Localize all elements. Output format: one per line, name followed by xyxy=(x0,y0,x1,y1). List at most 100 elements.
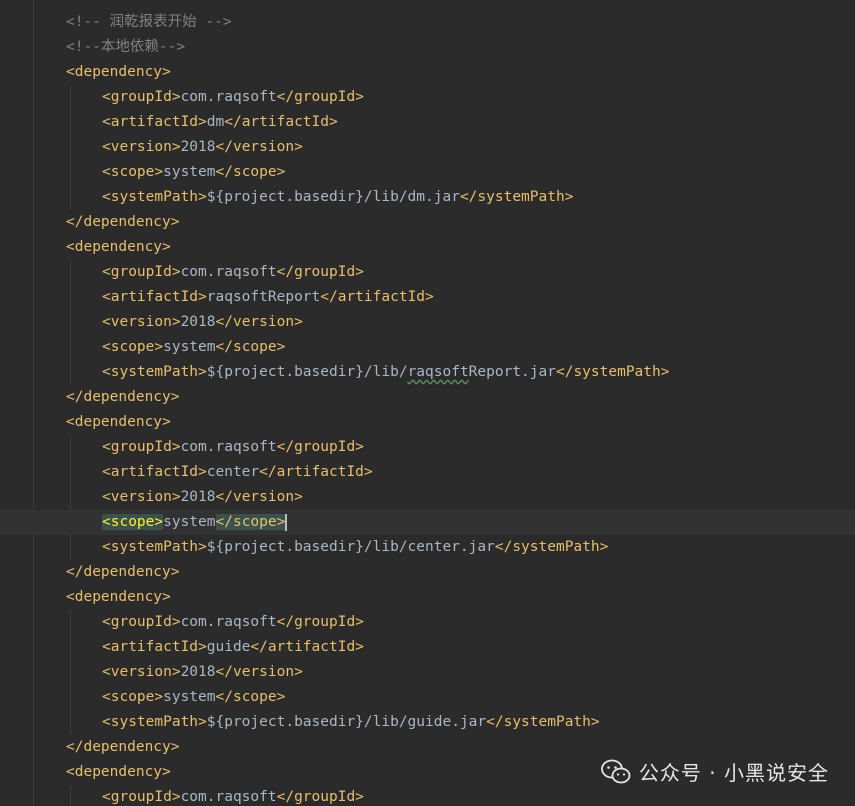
code-text: Report.jar xyxy=(468,364,556,380)
xml-tag: </dependency> xyxy=(66,389,180,405)
code-line[interactable]: <systemPath>${project.basedir}/lib/dm.ja… xyxy=(0,185,855,210)
xml-tag: <systemPath> xyxy=(102,189,207,205)
xml-comment: <!-- 润乾报表开始 --> xyxy=(66,14,232,30)
xml-tag: <scope> xyxy=(102,339,164,355)
code-text: raqsoftReport xyxy=(206,289,321,305)
code-line[interactable]: <scope>system</scope> xyxy=(0,685,855,710)
code-line[interactable]: <!-- 润乾报表开始 --> xyxy=(0,10,855,35)
xml-tag: </systemPath> xyxy=(459,189,574,205)
code-line[interactable]: <version>2018</version> xyxy=(0,310,855,335)
code-line[interactable]: </dependency> xyxy=(0,560,855,585)
code-line-content: <groupId>com.raqsoft</groupId> xyxy=(102,85,364,110)
xml-tag: <dependency> xyxy=(66,764,171,780)
code-text: system xyxy=(163,164,216,180)
code-line-content: <dependency> xyxy=(66,235,171,260)
xml-tag: </scope> xyxy=(215,339,286,355)
code-line-content: <systemPath>${project.basedir}/lib/raqso… xyxy=(102,360,669,385)
code-line[interactable]: <artifactId>raqsoftReport</artifactId> xyxy=(0,285,855,310)
code-line-content: </dependency> xyxy=(66,385,180,410)
code-text: ${project.basedir}/lib/dm.jar xyxy=(206,189,460,205)
xml-tag: </dependency> xyxy=(66,739,180,755)
xml-tag: <groupId> xyxy=(102,89,181,105)
code-line[interactable]: </dependency> xyxy=(0,385,855,410)
code-line[interactable]: </dependency> xyxy=(0,210,855,235)
code-text: 2018 xyxy=(180,489,216,505)
code-line-content: <scope>system</scope> xyxy=(102,685,285,710)
code-line[interactable]: <dependency> xyxy=(0,60,855,85)
xml-tag: </scope> xyxy=(215,164,286,180)
code-line[interactable]: <groupId>com.raqsoft</groupId> xyxy=(0,260,855,285)
code-text: system xyxy=(163,514,216,530)
code-line-content: <artifactId>raqsoftReport</artifactId> xyxy=(102,285,434,310)
code-line[interactable]: <dependency> xyxy=(0,585,855,610)
code-line[interactable]: <!--本地依赖--> xyxy=(0,35,855,60)
code-line[interactable]: <systemPath>${project.basedir}/lib/raqso… xyxy=(0,360,855,385)
xml-tag: </version> xyxy=(215,314,303,330)
code-text: com.raqsoft xyxy=(180,789,277,805)
code-text: com.raqsoft xyxy=(180,264,277,280)
code-line[interactable]: <groupId>com.raqsoft</groupId> xyxy=(0,85,855,110)
xml-tag: </artifactId> xyxy=(259,464,373,480)
code-text: dm xyxy=(206,114,225,130)
code-line[interactable]: <groupId>com.raqsoft</groupId> xyxy=(0,785,855,806)
code-line-content: <systemPath>${project.basedir}/lib/dm.ja… xyxy=(102,185,573,210)
code-line-content: <version>2018</version> xyxy=(102,485,303,510)
xml-tag: </groupId> xyxy=(276,439,364,455)
code-line-content: <version>2018</version> xyxy=(102,660,303,685)
xml-tag: </dependency> xyxy=(66,214,180,230)
code-text: com.raqsoft xyxy=(180,89,277,105)
code-text: ${project.basedir}/lib/guide.jar xyxy=(206,714,487,730)
code-line-content: <!-- 润乾报表开始 --> xyxy=(66,10,232,35)
xml-tag: <scope> xyxy=(102,164,164,180)
code-line[interactable]: <version>2018</version> xyxy=(0,135,855,160)
xml-tag: <version> xyxy=(102,139,181,155)
xml-tag: <groupId> xyxy=(102,439,181,455)
xml-tag: <version> xyxy=(102,489,181,505)
code-text: center xyxy=(206,464,260,480)
code-text: com.raqsoft xyxy=(180,439,277,455)
xml-tag: </version> xyxy=(215,139,303,155)
code-line[interactable]: <systemPath>${project.basedir}/lib/guide… xyxy=(0,710,855,735)
text-caret xyxy=(285,513,288,531)
code-line-content: <artifactId>dm</artifactId> xyxy=(102,110,338,135)
code-line[interactable]: <dependency> xyxy=(0,235,855,260)
xml-tag: <scope> xyxy=(102,689,164,705)
code-line[interactable]: <scope>system</scope> xyxy=(0,510,855,535)
code-editor[interactable]: <!-- 润乾报表开始 --> <!--本地依赖--> <dependency> <g… xyxy=(0,0,855,806)
xml-tag: </systemPath> xyxy=(494,539,609,555)
matched-tag-open: <scope> xyxy=(102,514,164,530)
xml-tag: <dependency> xyxy=(66,239,171,255)
code-text: guide xyxy=(206,639,251,655)
code-text: com.raqsoft xyxy=(180,614,277,630)
code-line[interactable]: <artifactId>guide</artifactId> xyxy=(0,635,855,660)
code-line-content: <dependency> xyxy=(66,760,171,785)
xml-tag: </scope> xyxy=(215,689,286,705)
xml-tag: <version> xyxy=(102,664,181,680)
xml-tag: <artifactId> xyxy=(102,639,207,655)
xml-tag: </groupId> xyxy=(276,614,364,630)
code-line-content: </dependency> xyxy=(66,560,180,585)
code-line[interactable]: <scope>system</scope> xyxy=(0,335,855,360)
code-line[interactable]: <version>2018</version> xyxy=(0,485,855,510)
code-line[interactable]: <groupId>com.raqsoft</groupId> xyxy=(0,435,855,460)
xml-tag: </groupId> xyxy=(276,789,364,805)
code-line[interactable]: <version>2018</version> xyxy=(0,660,855,685)
xml-tag: </groupId> xyxy=(276,89,364,105)
code-line[interactable]: <artifactId>dm</artifactId> xyxy=(0,110,855,135)
xml-tag: <groupId> xyxy=(102,264,181,280)
xml-tag: <groupId> xyxy=(102,789,181,805)
xml-tag: </version> xyxy=(215,489,303,505)
code-line[interactable]: <scope>system</scope> xyxy=(0,160,855,185)
watermark: 公众号 · 小黑说安全 xyxy=(601,757,829,786)
code-line[interactable]: <systemPath>${project.basedir}/lib/cente… xyxy=(0,535,855,560)
code-line-content: <scope>system</scope> xyxy=(102,335,285,360)
code-line-content: <dependency> xyxy=(66,410,171,435)
code-line[interactable]: <groupId>com.raqsoft</groupId> xyxy=(0,610,855,635)
xml-tag: <systemPath> xyxy=(102,714,207,730)
code-line-content: <groupId>com.raqsoft</groupId> xyxy=(102,610,364,635)
code-line[interactable]: <dependency> xyxy=(0,410,855,435)
code-line[interactable]: <artifactId>center</artifactId> xyxy=(0,460,855,485)
code-line-content: <scope>system</scope> xyxy=(102,160,285,185)
matched-tag-close: </scope> xyxy=(215,514,286,530)
watermark-text: 公众号 · 小黑说安全 xyxy=(638,761,829,785)
